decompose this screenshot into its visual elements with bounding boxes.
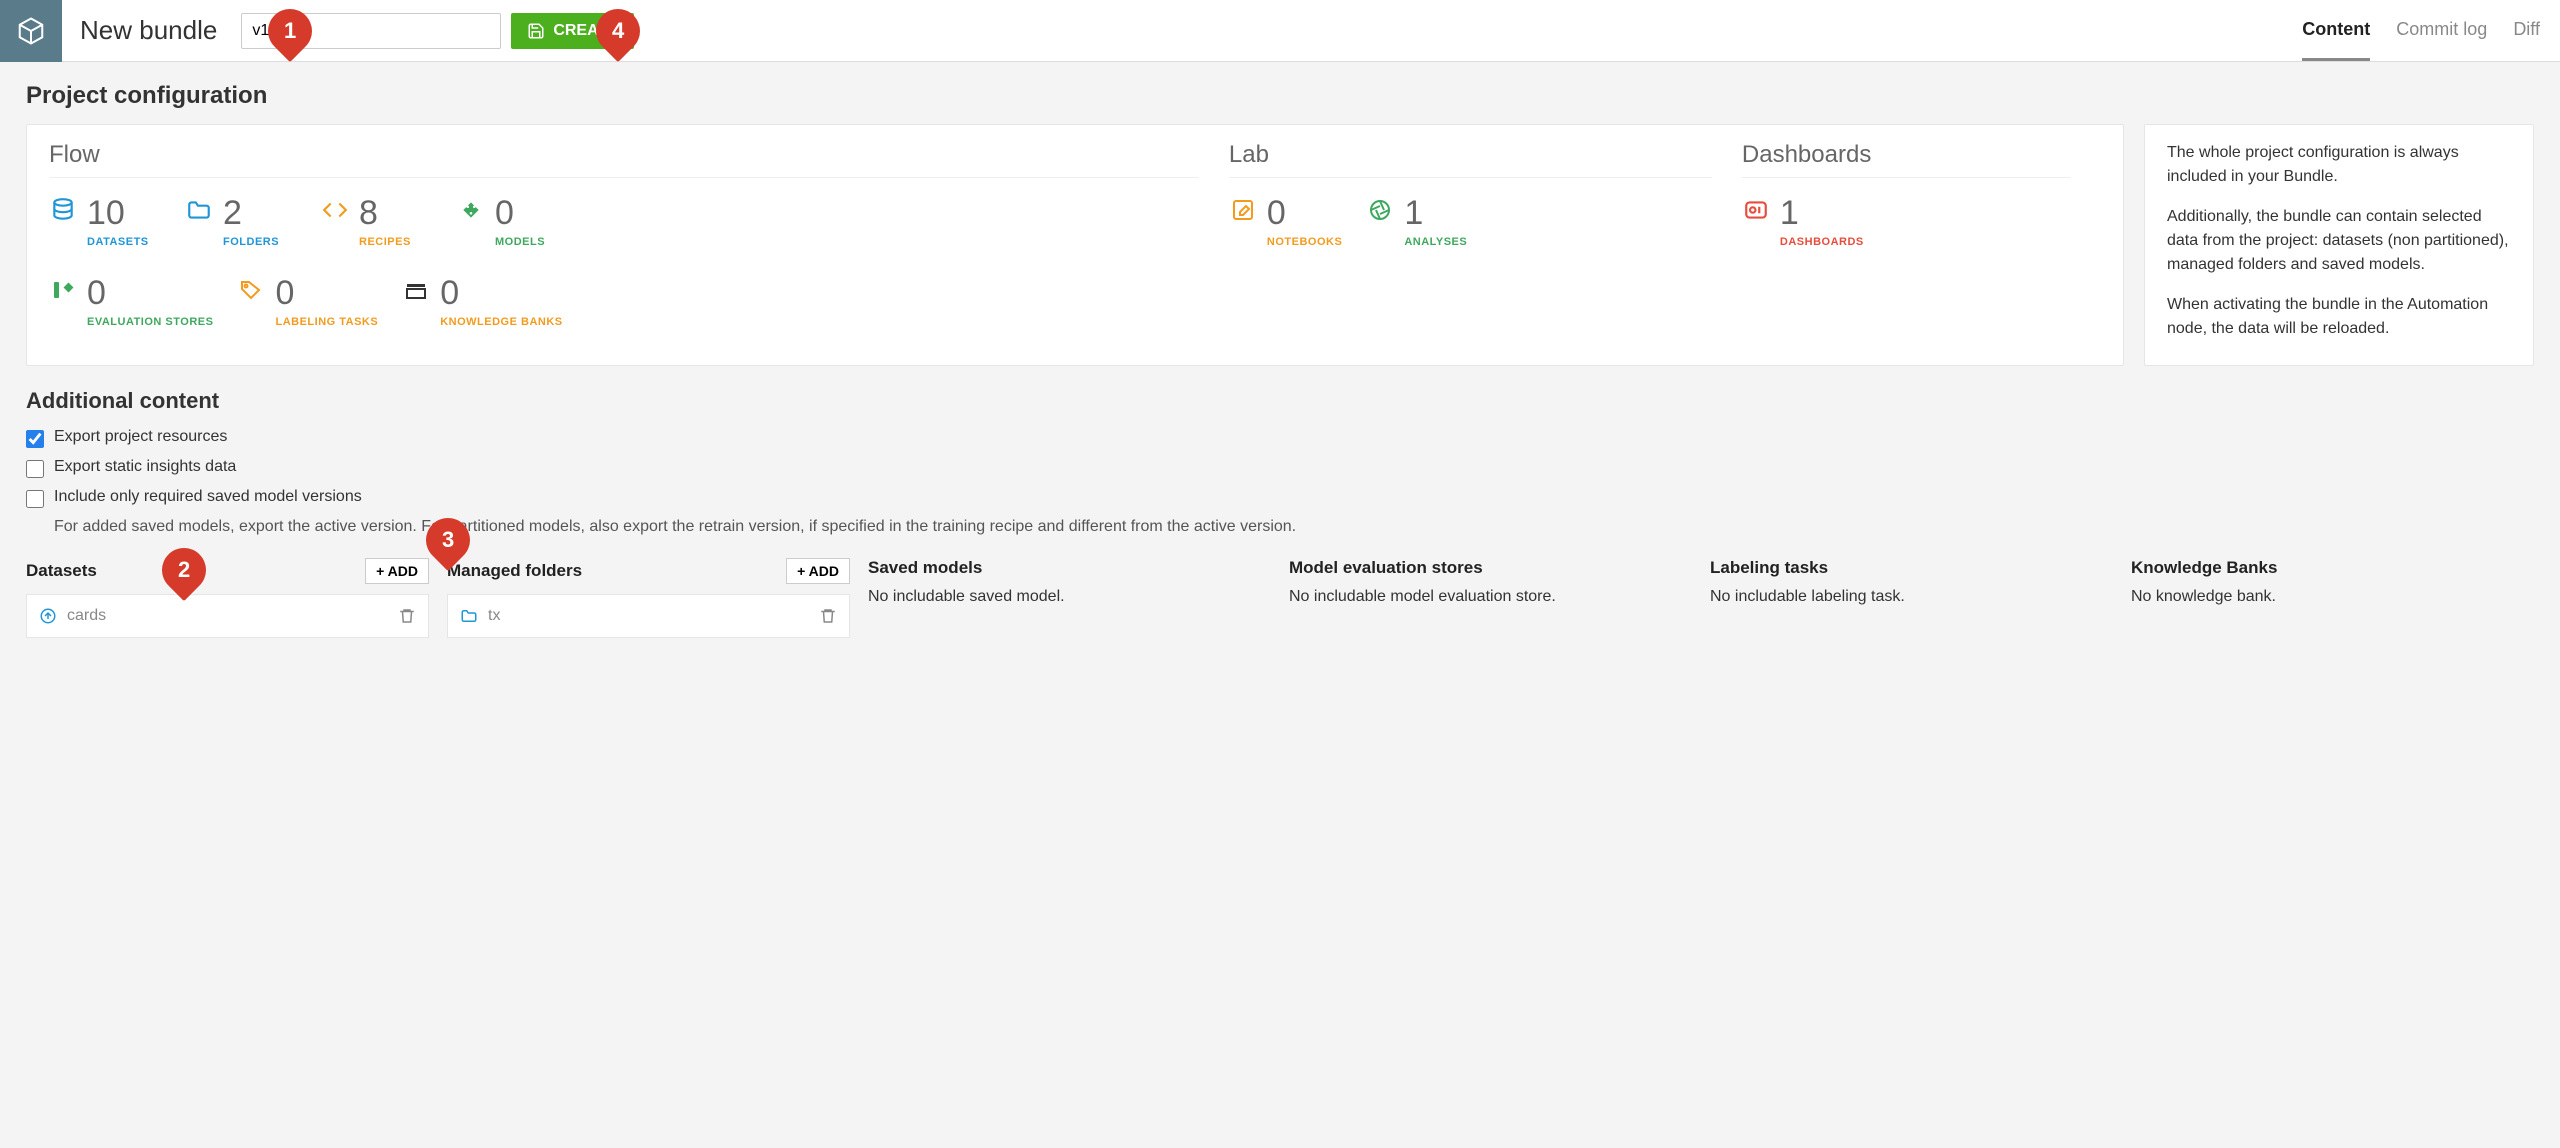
eval-icon	[49, 276, 77, 304]
save-icon	[527, 22, 545, 40]
trash-icon[interactable]	[398, 607, 416, 625]
header-tabs: Content Commit log Diff	[2302, 0, 2560, 61]
stats-groups: Flow 10DATASETS 2FOLDERS 8	[49, 141, 2101, 328]
dataset-item: cards	[26, 594, 429, 638]
section-title-project-config: Project configuration	[26, 82, 2534, 110]
col-eval-title: Model evaluation stores	[1289, 558, 1483, 578]
aperture-icon	[1366, 196, 1394, 224]
col-folders-title: Managed folders	[447, 561, 582, 581]
stat-recipes: 8RECIPES	[321, 196, 433, 248]
stat-labeling: 0LABELING TASKS	[237, 276, 378, 328]
info-p3: When activating the bundle in the Automa…	[2167, 293, 2511, 341]
col-models-title: Saved models	[868, 558, 982, 578]
checkbox-export-insights-input[interactable]	[26, 460, 44, 478]
col-knowledge: Knowledge Banks No knowledge bank.	[2131, 558, 2534, 638]
header-bar: New bundle CREATE Content Commit log Dif…	[0, 0, 2560, 62]
content-area: Project configuration Flow 10DATASETS	[0, 62, 2560, 658]
stat-analyses: 1ANALYSES	[1366, 196, 1478, 248]
group-flow: Flow 10DATASETS 2FOLDERS 8	[49, 141, 1229, 328]
dashboard-icon	[1742, 196, 1770, 224]
stat-dashboards: 1DASHBOARDS	[1742, 196, 1864, 248]
checkbox-export-insights[interactable]: Export static insights data	[26, 458, 2534, 478]
bank-icon	[402, 276, 430, 304]
callout-4: 4	[587, 0, 649, 62]
col-labeling: Labeling tasks No includable labeling ta…	[1710, 558, 2113, 638]
checkbox-export-resources[interactable]: Export project resources	[26, 428, 2534, 448]
folder-item: tx	[447, 594, 850, 638]
cube-icon	[16, 16, 46, 46]
add-folder-button[interactable]: + ADD	[786, 558, 850, 584]
edit-icon	[1229, 196, 1257, 224]
stat-folders: 2FOLDERS	[185, 196, 297, 248]
page-title: New bundle	[80, 15, 217, 46]
group-lab-title: Lab	[1229, 141, 1742, 169]
bundle-icon-box	[0, 0, 62, 62]
col-folders: Managed folders + ADD tx	[447, 558, 850, 638]
bottom-columns: Datasets + ADD cards Managed folders + A…	[26, 558, 2534, 638]
folder-item-label: tx	[488, 607, 500, 625]
section-title-additional: Additional content	[26, 388, 2534, 414]
stat-notebooks: 0NOTEBOOKS	[1229, 196, 1342, 248]
col-datasets: Datasets + ADD cards	[26, 558, 429, 638]
group-lab: Lab 0NOTEBOOKS 1ANALYSES	[1229, 141, 1742, 328]
group-flow-title: Flow	[49, 141, 1229, 169]
info-p2: Additionally, the bundle can contain sel…	[2167, 205, 2511, 277]
folder-icon	[460, 607, 478, 625]
checkbox-export-resources-input[interactable]	[26, 430, 44, 448]
stat-eval-stores: 0EVALUATION STORES	[49, 276, 213, 328]
tab-diff[interactable]: Diff	[2513, 0, 2540, 61]
folder-icon	[185, 196, 213, 224]
diamond-icon	[457, 196, 485, 224]
stat-datasets: 10DATASETS	[49, 196, 161, 248]
config-card: Flow 10DATASETS 2FOLDERS 8	[26, 124, 2124, 366]
dataset-item-label: cards	[67, 607, 106, 625]
stat-models: 0MODELS	[457, 196, 569, 248]
col-labeling-title: Labeling tasks	[1710, 558, 1828, 578]
col-knowledge-empty: No knowledge bank.	[2131, 588, 2534, 606]
stat-knowledge: 0KNOWLEDGE BANKS	[402, 276, 562, 328]
group-dashboards: Dashboards 1DASHBOARDS	[1742, 141, 2101, 328]
col-datasets-title: Datasets	[26, 561, 97, 581]
col-labeling-empty: No includable labeling task.	[1710, 588, 2113, 606]
info-card: The whole project configuration is alway…	[2144, 124, 2534, 366]
col-saved-models: Saved models No includable saved model.	[868, 558, 1271, 638]
database-icon	[49, 196, 77, 224]
trash-icon[interactable]	[819, 607, 837, 625]
group-dashboards-title: Dashboards	[1742, 141, 2101, 169]
checkbox-include-models-input[interactable]	[26, 490, 44, 508]
checkbox-include-models[interactable]: Include only required saved model versio…	[26, 488, 2534, 508]
col-eval-empty: No includable model evaluation store.	[1289, 588, 1692, 606]
col-knowledge-title: Knowledge Banks	[2131, 558, 2277, 578]
code-icon	[321, 196, 349, 224]
add-dataset-button[interactable]: + ADD	[365, 558, 429, 584]
callout-1: 1	[259, 0, 321, 62]
tab-content[interactable]: Content	[2302, 0, 2370, 61]
upload-icon	[39, 607, 57, 625]
tab-commit-log[interactable]: Commit log	[2396, 0, 2487, 61]
col-eval-stores: Model evaluation stores No includable mo…	[1289, 558, 1692, 638]
tag-icon	[237, 276, 265, 304]
info-p1: The whole project configuration is alway…	[2167, 141, 2511, 189]
col-models-empty: No includable saved model.	[868, 588, 1271, 606]
